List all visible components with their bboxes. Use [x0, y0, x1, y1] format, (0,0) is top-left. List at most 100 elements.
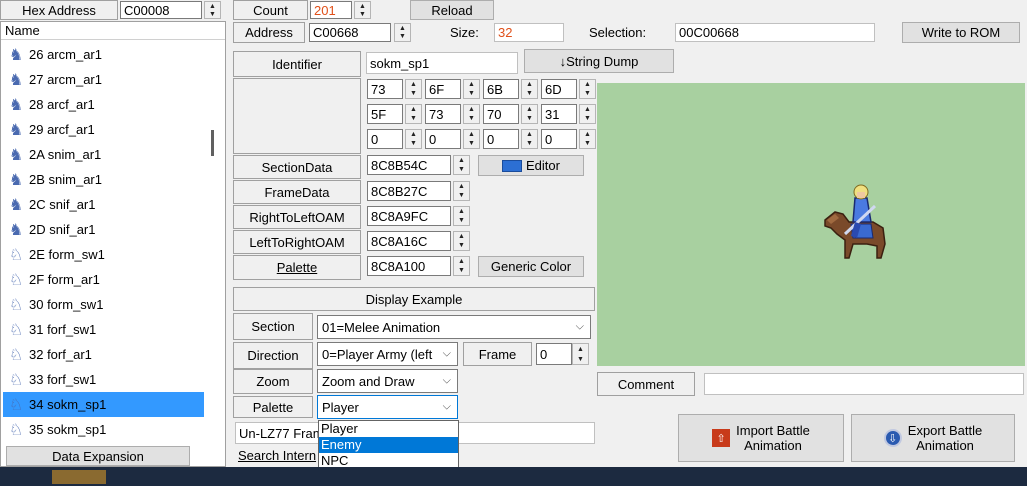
list-item[interactable]: ♞ 29 arcf_ar1 [3, 117, 204, 142]
ltr-oam-label[interactable]: LeftToRightOAM [233, 230, 361, 254]
byte-input[interactable]: 0 [367, 129, 403, 149]
palette-pointer-input[interactable]: 8C8A100 [367, 256, 451, 276]
section-data-input[interactable]: 8C8B54C [367, 155, 451, 175]
list-item[interactable]: ♘ 2E form_sw1 [3, 242, 204, 267]
identifier-input[interactable]: sokm_sp1 [366, 52, 518, 74]
size-input[interactable]: 32 [494, 23, 564, 42]
address-spinner[interactable]: ▲ ▼ [394, 23, 411, 42]
frame-data-label[interactable]: FrameData [233, 180, 361, 204]
byte-spinner[interactable]: ▲ ▼ [463, 79, 480, 99]
rtl-oam-label[interactable]: RightToLeftOAM [233, 205, 361, 229]
section-data-spinner[interactable]: ▲ ▼ [453, 155, 470, 175]
import-icon: ⇧ [712, 429, 731, 447]
direction-select[interactable]: 0=Player Army (left ⌵ [317, 342, 458, 366]
section-data-label[interactable]: SectionData [233, 155, 361, 179]
byte-spinner[interactable]: ▲ ▼ [521, 129, 538, 149]
hex-address-input[interactable]: C00008 [120, 1, 202, 19]
editor-button[interactable]: Editor [478, 155, 584, 176]
export-battle-animation-button[interactable]: ⇩ Export Battle Animation [851, 414, 1015, 462]
rtl-oam-input[interactable]: 8C8A9FC [367, 206, 451, 226]
comment-input[interactable] [704, 373, 1024, 395]
list-item[interactable]: ♘ 33 forf_sw1 [3, 367, 204, 392]
byte-input[interactable]: 5F [367, 104, 403, 124]
list-item[interactable]: ♞ 27 arcm_ar1 [3, 67, 204, 92]
byte-input[interactable]: 0 [425, 129, 461, 149]
unit-sprite-icon: ♞ [8, 46, 24, 64]
string-dump-button[interactable]: ↓String Dump [524, 49, 674, 73]
chevron-down-icon: ⌵ [575, 320, 584, 333]
direction-select-value: 0=Player Army (left [322, 346, 433, 362]
chevron-down-icon: ⌵ [442, 374, 451, 387]
reload-button[interactable]: Reload [410, 0, 494, 20]
import-battle-animation-button[interactable]: ⇧ Import Battle Animation [678, 414, 844, 462]
frame-spinner[interactable]: ▲ ▼ [572, 343, 589, 365]
byte-spinner[interactable]: ▲ ▼ [579, 104, 596, 124]
byte-spinner[interactable]: ▲ ▼ [405, 104, 422, 124]
rtl-oam-spinner[interactable]: ▲ ▼ [453, 206, 470, 226]
list-scrollbar[interactable] [211, 130, 214, 156]
byte-spinner[interactable]: ▲ ▼ [579, 129, 596, 149]
byte-spinner[interactable]: ▲ ▼ [463, 104, 480, 124]
animation-preview [597, 83, 1025, 366]
palette-select[interactable]: Player ⌵ [317, 395, 458, 419]
zoom-select[interactable]: Zoom and Draw ⌵ [317, 369, 458, 393]
byte-input[interactable]: 70 [483, 104, 519, 124]
byte-input[interactable]: 6B [483, 79, 519, 99]
palette-option[interactable]: Enemy [319, 437, 458, 453]
list-item[interactable]: ♞ 28 arcf_ar1 [3, 92, 204, 117]
taskbar [0, 467, 1027, 486]
list-item[interactable]: ♞ 26 arcm_ar1 [3, 42, 204, 67]
write-to-rom-button[interactable]: Write to ROM [902, 22, 1020, 43]
name-list[interactable]: Name ♞ 26 arcm_ar1 ♞ 27 arcm_ar1 ♞ 28 arcf_ar… [0, 21, 226, 467]
byte-input[interactable]: 6F [425, 79, 461, 99]
byte-spinner[interactable]: ▲ ▼ [405, 79, 422, 99]
list-header[interactable]: Name [1, 22, 225, 40]
count-input[interactable]: 201 [310, 1, 352, 19]
byte-input[interactable]: 31 [541, 104, 577, 124]
list-item-label: 34 sokm_sp1 [29, 397, 107, 412]
ltr-oam-input[interactable]: 8C8A16C [367, 231, 451, 251]
list-item[interactable]: ♘ 32 forf_ar1 [3, 342, 204, 367]
taskbar-item[interactable] [52, 470, 106, 484]
list-item[interactable]: ♞ 2C snif_ar1 [3, 192, 204, 217]
list-item[interactable]: ♘ 30 form_sw1 [3, 292, 204, 317]
byte-spinner[interactable]: ▲ ▼ [463, 129, 480, 149]
list-item-label: 27 arcm_ar1 [29, 72, 102, 87]
palette-pointer-spinner[interactable]: ▲ ▼ [453, 256, 470, 276]
list-item[interactable]: ♞ 2A snim_ar1 [3, 142, 204, 167]
data-expansion-button[interactable]: Data Expansion [6, 446, 190, 466]
palette-pointer-label[interactable]: Palette [233, 255, 361, 280]
list-item[interactable]: ♘ 31 forf_sw1 [3, 317, 204, 342]
list-item[interactable]: ♞ 2D snif_ar1 [3, 217, 204, 242]
search-internal-link[interactable]: Search Intern [238, 448, 316, 466]
list-item[interactable]: ♘ 34 sokm_sp1 [3, 392, 204, 417]
list-item[interactable]: ♞ 2B snim_ar1 [3, 167, 204, 192]
byte-input[interactable]: 0 [483, 129, 519, 149]
frame-data-spinner[interactable]: ▲ ▼ [453, 181, 470, 201]
byte-input[interactable]: 73 [425, 104, 461, 124]
film-icon [502, 159, 523, 172]
byte-spinner[interactable]: ▲ ▼ [579, 79, 596, 99]
section-select[interactable]: 01=Melee Animation ⌵ [317, 315, 591, 339]
unit-sprite-icon: ♘ [8, 421, 24, 439]
hex-address-spinner[interactable]: ▲ ▼ [204, 1, 221, 19]
byte-input[interactable]: 73 [367, 79, 403, 99]
list-item[interactable]: ♘ 35 sokm_sp1 [3, 417, 204, 442]
palette-pointer-link[interactable]: Palette [277, 260, 317, 275]
list-item[interactable]: ♘ 2F form_ar1 [3, 267, 204, 292]
frame-data-input[interactable]: 8C8B27C [367, 181, 451, 201]
size-label: Size: [450, 25, 479, 40]
byte-spinner[interactable]: ▲ ▼ [521, 104, 538, 124]
palette-option[interactable]: Player [319, 421, 458, 437]
ltr-oam-spinner[interactable]: ▲ ▼ [453, 231, 470, 251]
byte-spinner[interactable]: ▲ ▼ [405, 129, 422, 149]
byte-spinner[interactable]: ▲ ▼ [521, 79, 538, 99]
byte-input[interactable]: 0 [541, 129, 577, 149]
chevron-down-icon: ⌵ [439, 347, 451, 361]
generic-color-button[interactable]: Generic Color [478, 256, 584, 277]
address-input[interactable]: C00668 [309, 23, 391, 42]
byte-input[interactable]: 6D [541, 79, 577, 99]
frame-input[interactable]: 0 [536, 343, 572, 365]
count-spinner[interactable]: ▲ ▼ [354, 1, 371, 19]
zoom-select-value: Zoom and Draw [322, 373, 415, 389]
